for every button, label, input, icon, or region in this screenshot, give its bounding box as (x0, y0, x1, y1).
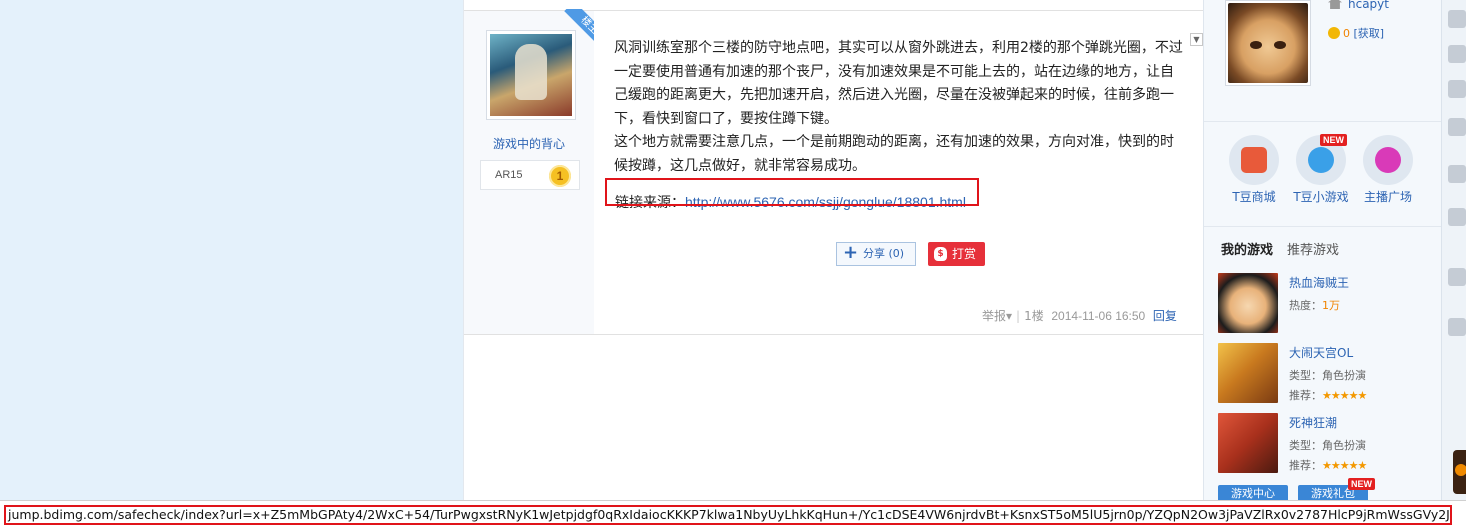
post-body: 风洞训练室那个三楼的防守地点吧，其实可以从窗外跳进去，利用2楼的那个弹跳光圈，不… (614, 37, 1184, 178)
toolbar-icon[interactable] (1448, 165, 1466, 183)
post-footer: 举报▾ | 1楼 2014-11-06 16:50 回复 (982, 307, 1177, 324)
reply-link[interactable]: 回复 (1153, 309, 1177, 323)
user-avatar[interactable] (1225, 0, 1311, 86)
share-button[interactable]: + 分享 (0) (836, 242, 916, 266)
toolbar-icon[interactable] (1448, 80, 1466, 98)
username-link[interactable]: hcapyt (1348, 0, 1389, 11)
caret-down-icon[interactable]: ▾ (1006, 309, 1012, 323)
status-url: jump.bdimg.com/safecheck/index?url=x+Z5m… (4, 505, 1452, 525)
home-icon (1328, 0, 1342, 9)
author-name-link[interactable]: 游戏中的背心 (464, 135, 594, 152)
app-tdou-shop[interactable]: T豆商城 (1219, 135, 1289, 205)
game-name[interactable]: 大闹天宫OL (1289, 344, 1353, 361)
user-avatar-image (1228, 3, 1308, 83)
shop-icon (1229, 135, 1279, 185)
tab-my-games[interactable]: 我的游戏 (1221, 243, 1273, 258)
floor-number: 1楼 (1024, 309, 1044, 323)
coin-get-link[interactable]: [获取] (1354, 27, 1385, 40)
game-thumbnail (1218, 343, 1278, 403)
page-background (0, 0, 464, 529)
game-tabs: 我的游戏 推荐游戏 (1221, 239, 1339, 258)
toolbar-icon[interactable] (1448, 45, 1466, 63)
browser-status-bar: jump.bdimg.com/safecheck/index?url=x+Z5m… (0, 500, 1466, 529)
reward-label: 打赏 (952, 247, 977, 261)
game-thumbnail (1218, 413, 1278, 473)
coin-count: 0 (1343, 27, 1350, 40)
share-count: (0) (888, 247, 905, 260)
game-name[interactable]: 热血海贼王 (1289, 274, 1349, 291)
post-options-dropdown-icon[interactable]: ▼ (1190, 33, 1203, 46)
app-tdou-minigame[interactable]: NEW T豆小游戏 (1286, 134, 1356, 205)
thread-main: 游戏中的背心 AR15 1 楼主 ▼ 风洞训练室那个三楼的防守地点吧，其实可以从… (463, 0, 1204, 529)
author-panel: 游戏中的背心 AR15 1 (464, 11, 594, 334)
level-name: AR15 (495, 169, 523, 181)
share-label: 分享 (863, 247, 885, 260)
game-name[interactable]: 死神狂潮 (1289, 414, 1337, 431)
post-datetime: 2014-11-06 16:50 (1051, 309, 1146, 323)
game-item[interactable]: 大闹天宫OL 类型：角色扮演 推荐：★★★★★ (1218, 343, 1438, 405)
floating-widget-icon[interactable] (1453, 450, 1466, 494)
plus-icon: + (843, 242, 859, 263)
tab-recommended-games[interactable]: 推荐游戏 (1287, 243, 1339, 258)
toolbar-icon[interactable] (1448, 118, 1466, 136)
game-heat: 热度：1万 (1289, 299, 1340, 312)
toolbar-icon[interactable] (1448, 208, 1466, 226)
op-ribbon: 楼主 (555, 9, 595, 49)
rating-stars-icon: ★★★★★ (1322, 459, 1367, 472)
coin-icon (1328, 27, 1340, 39)
toolbar-icon[interactable] (1448, 10, 1466, 28)
reward-button[interactable]: $ 打赏 (928, 242, 985, 266)
rating-stars-icon: ★★★★★ (1322, 389, 1367, 402)
divider (1204, 226, 1442, 227)
divider (1204, 121, 1442, 122)
new-badge: NEW (1320, 134, 1347, 146)
side-toolbar (1441, 0, 1466, 529)
game-thumbnail (1218, 273, 1278, 333)
game-type: 类型：角色扮演 (1289, 439, 1366, 452)
app-label: 主播广场 (1363, 190, 1412, 204)
toolbar-icon[interactable] (1448, 268, 1466, 286)
post-paragraph: 风洞训练室那个三楼的防守地点吧，其实可以从窗外跳进去，利用2楼的那个弹跳光圈，不… (614, 40, 1183, 127)
post-paragraph: 这个地方就需要注意几点，一个是前期跑动的距离，还有加速的效果，方向对准，快到的时… (614, 134, 1174, 174)
report-link[interactable]: 举报 (982, 309, 1006, 323)
toolbar-icon[interactable] (1448, 318, 1466, 336)
game-rating: 推荐：★★★★★ (1289, 389, 1367, 402)
game-item[interactable]: 热血海贼王 热度：1万 (1218, 273, 1438, 335)
game-type: 类型：角色扮演 (1289, 369, 1366, 382)
app-label: T豆商城 (1232, 190, 1276, 204)
post-floor-1: 游戏中的背心 AR15 1 楼主 ▼ 风洞训练室那个三楼的防守地点吧，其实可以从… (464, 9, 1204, 335)
user-name-row: hcapyt (1328, 0, 1389, 11)
coin-row: 0 [获取] (1328, 25, 1384, 41)
highlight-box (605, 178, 979, 206)
right-sidebar: hcapyt 0 [获取] T豆商城 NEW T豆小游戏 主播广场 我的游戏 推荐… (1203, 0, 1442, 529)
live-play-icon (1363, 135, 1413, 185)
new-badge: NEW (1348, 478, 1375, 490)
game-item[interactable]: 死神狂潮 类型：角色扮演 推荐：★★★★★ (1218, 413, 1438, 475)
app-streamer-plaza[interactable]: 主播广场 (1353, 135, 1423, 205)
op-ribbon-label: 楼主 (564, 9, 595, 49)
money-bag-icon: $ (934, 247, 947, 261)
level-star-icon: 1 (549, 165, 571, 187)
separator: | (1016, 309, 1021, 323)
game-rating: 推荐：★★★★★ (1289, 459, 1367, 472)
app-label: T豆小游戏 (1293, 190, 1349, 204)
level-badge[interactable]: AR15 1 (480, 160, 580, 190)
